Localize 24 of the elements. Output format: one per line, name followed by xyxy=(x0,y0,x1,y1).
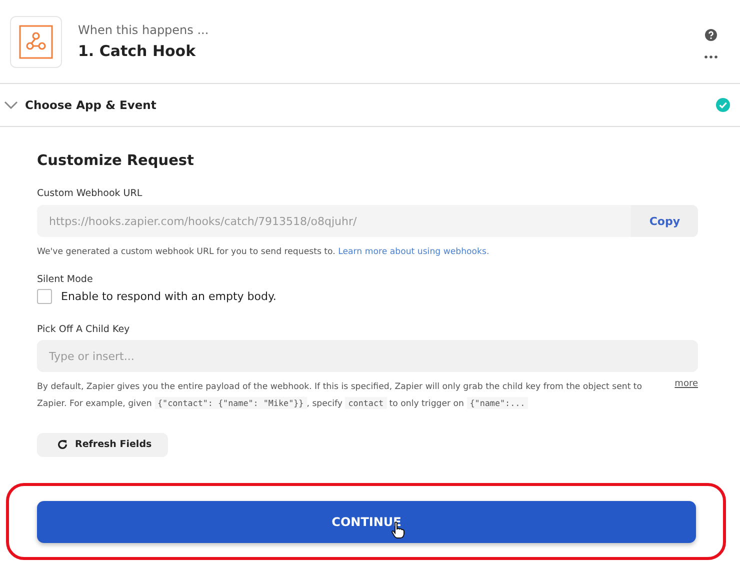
help-icon[interactable] xyxy=(705,28,717,40)
refresh-button[interactable]: Refresh Fields xyxy=(37,432,168,457)
field-label: Silent Mode xyxy=(37,274,94,286)
step-subtitle: When this happens ... xyxy=(78,23,210,37)
section-header[interactable]: Choose App & Event xyxy=(0,84,740,127)
text-input[interactable]: Type or insert... xyxy=(37,340,698,372)
continue-button[interactable]: CONTINUE xyxy=(37,500,696,543)
checkbox-label: Enable to respond with an empty body. xyxy=(61,290,276,304)
more-link[interactable]: more xyxy=(674,379,698,390)
step-title: 1. Catch Hook xyxy=(78,42,197,60)
app-icon xyxy=(10,16,62,68)
refresh-icon xyxy=(57,439,68,450)
help-text: We've generated a custom webhook URL for you to send requests to. Learn more about using webhooks. xyxy=(37,246,490,259)
checkbox[interactable] xyxy=(37,289,52,304)
form-heading: Customize Request xyxy=(37,153,195,169)
field-label: Pick Off A Child Key xyxy=(37,324,131,336)
help-text: By default, Zapier gives you the entire payload of the webhook. If this is specified, Zapier will only grab the child key from the object sent to Zapier. For example, given {"contact": {"name": "Mike"}} , specify contact to only trigger on {"name":... xyxy=(37,381,644,411)
more-icon[interactable] xyxy=(704,54,718,58)
copy-button[interactable]: Copy xyxy=(631,205,698,237)
url-field[interactable]: https://hooks.zapier.com/hooks/catch/7913518/o8qjuhr/ Copy xyxy=(37,205,698,237)
chevron-icon[interactable] xyxy=(4,101,18,109)
learn-more-link[interactable]: Learn more about using webhooks. xyxy=(338,247,490,257)
section-title: Choose App & Event xyxy=(25,98,158,112)
field-label: Custom Webhook URL xyxy=(37,188,144,199)
